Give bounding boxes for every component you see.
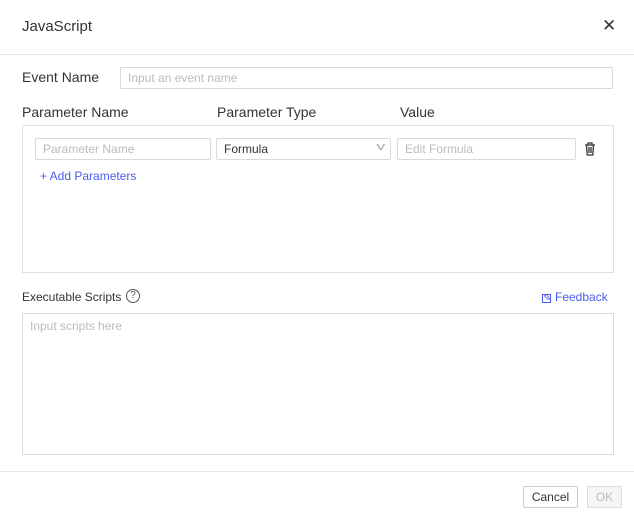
param-name-header: Parameter Name bbox=[22, 104, 129, 120]
ok-button[interactable]: OK bbox=[587, 486, 622, 508]
value-header: Value bbox=[400, 104, 435, 120]
parameter-name-input[interactable]: Parameter Name bbox=[35, 138, 211, 160]
feedback-label: Feedback bbox=[555, 290, 608, 304]
event-name-label: Event Name bbox=[22, 69, 99, 85]
dialog-title: JavaScript bbox=[22, 18, 92, 35]
header-divider bbox=[0, 54, 634, 55]
executable-scripts-label: Executable Scripts bbox=[22, 290, 121, 304]
value-input[interactable]: Edit Formula bbox=[397, 138, 576, 160]
event-name-input[interactable]: Input an event name bbox=[120, 67, 613, 89]
help-icon[interactable]: ? bbox=[126, 289, 140, 303]
feedback-link[interactable]: ✎ Feedback bbox=[542, 290, 608, 304]
parameter-type-value: Formula bbox=[224, 142, 268, 156]
scripts-textarea[interactable]: Input scripts here bbox=[22, 313, 614, 455]
edit-icon: ✎ bbox=[542, 294, 551, 303]
footer-divider bbox=[0, 471, 634, 472]
trash-icon[interactable] bbox=[584, 142, 596, 156]
cancel-button[interactable]: Cancel bbox=[523, 486, 578, 508]
param-type-header: Parameter Type bbox=[217, 104, 316, 120]
close-icon[interactable]: ✕ bbox=[602, 16, 616, 36]
add-parameters-link[interactable]: + Add Parameters bbox=[40, 169, 136, 183]
parameter-type-select[interactable]: Formula v bbox=[216, 138, 391, 160]
chevron-down-icon: v bbox=[376, 140, 385, 154]
